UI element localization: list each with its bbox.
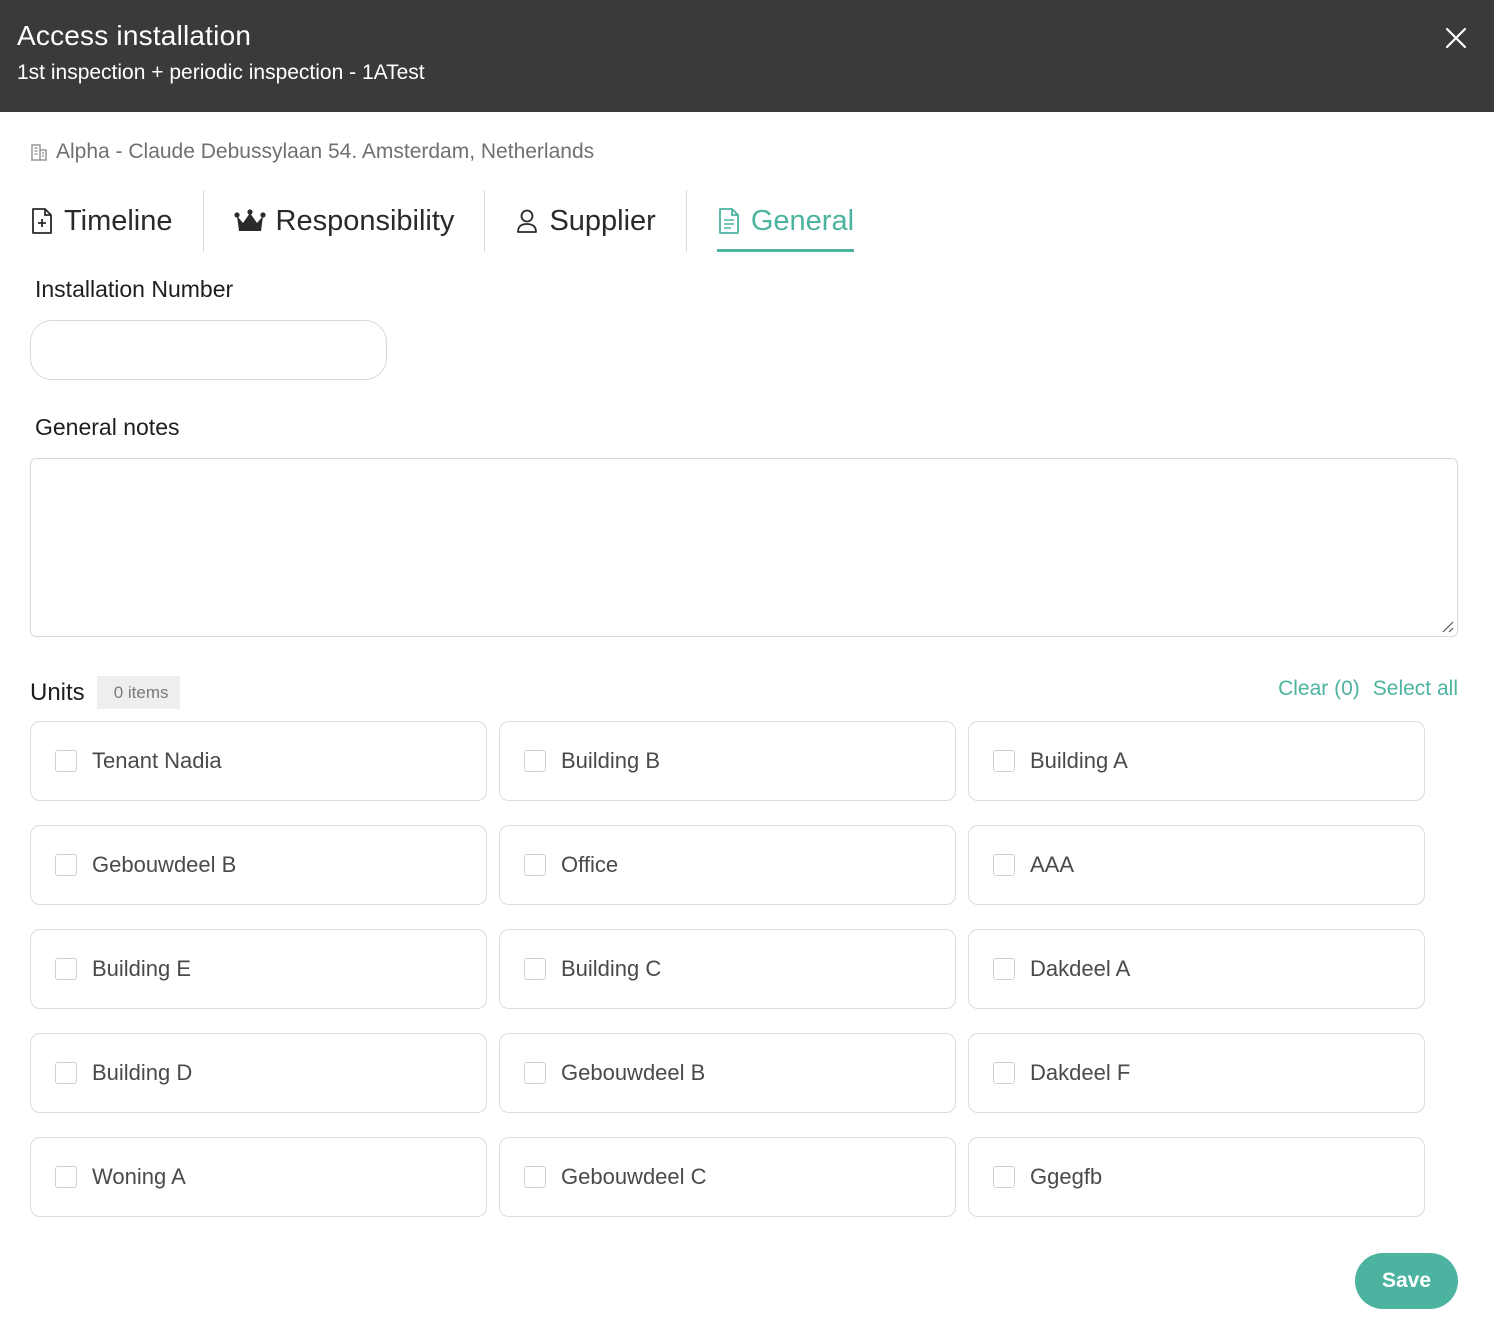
- location-line: Alpha - Claude Debussylaan 54. Amsterdam…: [30, 139, 594, 165]
- unit-option[interactable]: Dakdeel A: [968, 929, 1425, 1009]
- units-header: Units 0 items: [30, 676, 181, 709]
- checkbox[interactable]: [524, 958, 546, 980]
- unit-label: Building A: [1030, 748, 1128, 773]
- unit-option[interactable]: Building D: [30, 1033, 487, 1113]
- close-button[interactable]: [1440, 22, 1472, 54]
- unit-option[interactable]: Tenant Nadia: [30, 721, 487, 801]
- unit-option[interactable]: Gebouwdeel C: [499, 1137, 956, 1217]
- clear-selection-link[interactable]: Clear (0): [1278, 677, 1360, 701]
- unit-label: Office: [561, 852, 619, 877]
- unit-label: Gebouwdeel C: [561, 1164, 707, 1189]
- checkbox[interactable]: [524, 1062, 546, 1084]
- unit-label: Building E: [92, 956, 192, 981]
- checkbox[interactable]: [993, 1062, 1015, 1084]
- unit-option[interactable]: Gebouwdeel B: [30, 825, 487, 905]
- tab-label: Timeline: [64, 204, 173, 237]
- unit-label: AAA: [1030, 852, 1075, 877]
- installation-number-label: Installation Number: [35, 276, 234, 302]
- user-icon: [517, 209, 538, 233]
- checkbox[interactable]: [993, 958, 1015, 980]
- installation-number-input[interactable]: [30, 320, 387, 380]
- tab-supplier[interactable]: Supplier: [515, 190, 656, 252]
- unit-option[interactable]: AAA: [968, 825, 1425, 905]
- tab-responsibility[interactable]: Responsibility: [233, 190, 455, 252]
- unit-option[interactable]: Building A: [968, 721, 1425, 801]
- checkbox[interactable]: [993, 854, 1015, 876]
- unit-label: Gebouwdeel B: [92, 852, 237, 877]
- general-notes-label: General notes: [35, 414, 180, 440]
- checkbox[interactable]: [55, 1062, 77, 1084]
- modal-header: Access installation 1st inspection + per…: [0, 0, 1494, 112]
- unit-option[interactable]: Ggegfb: [968, 1137, 1425, 1217]
- resize-grip-icon[interactable]: [1439, 618, 1455, 634]
- unit-option[interactable]: Office: [499, 825, 956, 905]
- unit-option[interactable]: Building E: [30, 929, 487, 1009]
- crown-icon: [233, 209, 266, 231]
- tab-general[interactable]: General: [716, 190, 855, 252]
- close-icon: [1445, 27, 1467, 49]
- unit-label: Woning A: [92, 1164, 186, 1189]
- tab-timeline[interactable]: Timeline: [30, 190, 173, 252]
- checkbox[interactable]: [993, 1166, 1015, 1188]
- tab-label: General: [750, 204, 855, 237]
- checkbox[interactable]: [55, 958, 77, 980]
- modal-subtitle: 1st inspection + periodic inspection - 1…: [17, 61, 425, 84]
- tab-divider: [202, 190, 204, 252]
- unit-label: Dakdeel A: [1030, 956, 1131, 981]
- unit-option[interactable]: Building C: [499, 929, 956, 1009]
- checkbox[interactable]: [55, 1166, 77, 1188]
- checkbox[interactable]: [524, 750, 546, 772]
- unit-label: Ggegfb: [1030, 1164, 1103, 1189]
- checkbox[interactable]: [524, 854, 546, 876]
- save-button[interactable]: Save: [1355, 1253, 1458, 1309]
- building-icon: [31, 144, 47, 161]
- unit-label: Building B: [561, 748, 661, 773]
- unit-option[interactable]: Gebouwdeel B: [499, 1033, 956, 1113]
- unit-option[interactable]: Woning A: [30, 1137, 487, 1217]
- unit-label: Building C: [561, 956, 662, 981]
- unit-option[interactable]: Building B: [499, 721, 956, 801]
- location-text: Alpha - Claude Debussylaan 54. Amsterdam…: [56, 140, 595, 163]
- unit-label: Dakdeel F: [1030, 1060, 1131, 1085]
- select-all-link[interactable]: Select all: [1373, 677, 1458, 701]
- modal-title: Access installation: [17, 20, 252, 51]
- units-actions: Clear (0) Select all: [1278, 676, 1458, 702]
- checkbox[interactable]: [524, 1166, 546, 1188]
- units-grid: Tenant Nadia Building B Building A Gebou…: [30, 721, 1425, 1217]
- unit-label: Tenant Nadia: [92, 748, 222, 773]
- tab-divider: [685, 190, 687, 252]
- tab-bar: Timeline Responsibility Supplier General: [30, 190, 855, 252]
- tab-label: Supplier: [549, 204, 656, 237]
- units-count-badge: 0 items: [96, 676, 181, 709]
- general-notes-textarea[interactable]: [30, 458, 1458, 637]
- document-icon: [718, 208, 739, 234]
- checkbox[interactable]: [55, 750, 77, 772]
- checkbox[interactable]: [993, 750, 1015, 772]
- tab-label: Responsibility: [275, 204, 455, 237]
- unit-option[interactable]: Dakdeel F: [968, 1033, 1425, 1113]
- unit-label: Gebouwdeel B: [561, 1060, 706, 1085]
- unit-label: Building D: [92, 1060, 193, 1085]
- units-title: Units: [30, 678, 85, 706]
- tab-divider: [484, 190, 486, 252]
- checkbox[interactable]: [55, 854, 77, 876]
- document-plus-icon: [32, 208, 52, 234]
